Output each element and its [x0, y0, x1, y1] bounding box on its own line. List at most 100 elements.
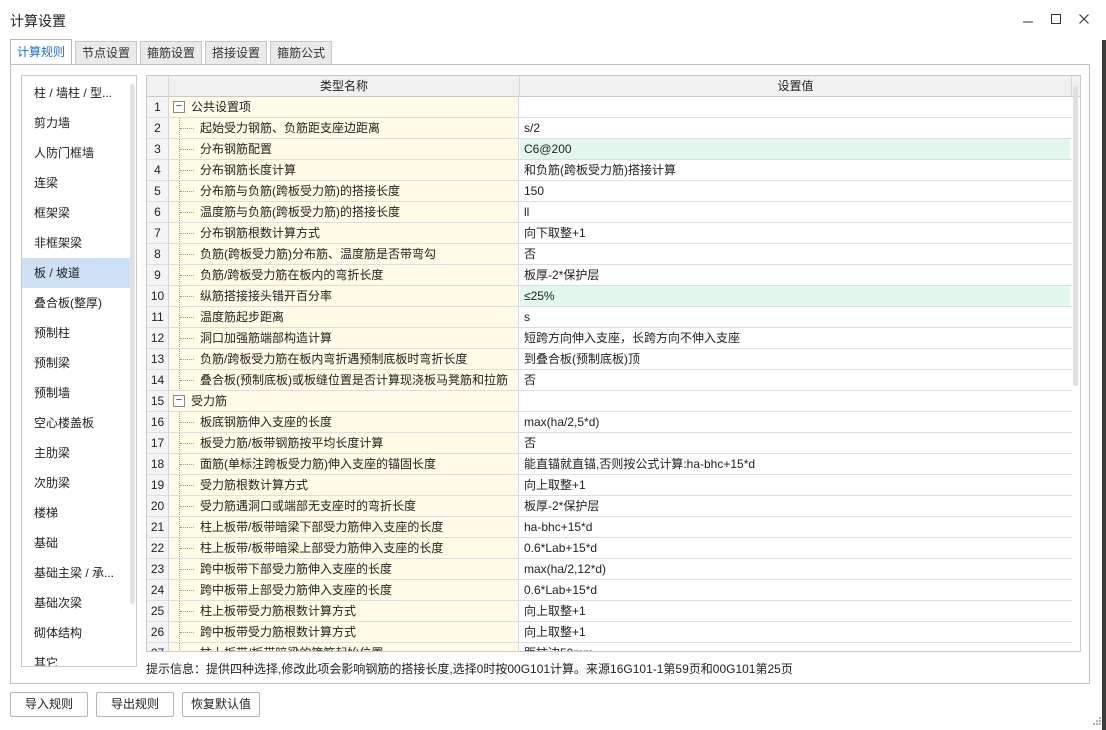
sidebar-item[interactable]: 基础 — [22, 528, 130, 558]
row-number: 13 — [147, 349, 169, 369]
sidebar-item[interactable]: 空心楼盖板 — [22, 408, 130, 438]
collapse-icon[interactable]: − — [173, 395, 185, 407]
sidebar-item[interactable]: 基础次梁 — [22, 588, 130, 618]
table-row[interactable]: 14 叠合板(预制底板)或板缝位置是否计算现浇板马凳筋和拉筋否 — [147, 370, 1072, 391]
setting-value-cell[interactable]: 否 — [520, 433, 1070, 453]
table-row[interactable]: 21 柱上板带/板带暗梁下部受力筋伸入支座的长度 ha-bhc+15*d — [147, 517, 1072, 538]
setting-name: 温度筋与负筋(跨板受力筋)的搭接长度 — [200, 205, 400, 219]
table-row[interactable]: 16 板底钢筋伸入支座的长度 max(ha/2,5*d) — [147, 412, 1072, 433]
setting-value-cell[interactable]: 向上取整+1 — [520, 622, 1070, 642]
sidebar-item[interactable]: 砌体结构 — [22, 618, 130, 648]
sidebar-item[interactable]: 预制墙 — [22, 378, 130, 408]
sidebar-item[interactable]: 叠合板(整厚) — [22, 288, 130, 318]
export-rules-button[interactable]: 导出规则 — [96, 692, 174, 717]
restore-defaults-button[interactable]: 恢复默认值 — [182, 692, 260, 717]
table-row[interactable]: 13 负筋/跨板受力筋在板内弯折遇预制底板时弯折长度 到叠合板(预制底板)顶 — [147, 349, 1072, 370]
setting-value-cell[interactable]: max(ha/2,5*d) — [520, 412, 1070, 432]
tree-guide-branch — [180, 317, 194, 318]
table-row[interactable]: 27 柱上板带/板带暗梁的箍筋起始位置 距柱边50mm — [147, 643, 1072, 651]
setting-value-cell[interactable]: 能直锚就直锚,否则按公式计算:ha-bhc+15*d — [520, 454, 1070, 474]
table-row[interactable]: 17 板受力筋/板带钢筋按平均长度计算 否 — [147, 433, 1072, 454]
sidebar-item[interactable]: 楼梯 — [22, 498, 130, 528]
table-row[interactable]: 5 分布筋与负筋(跨板受力筋)的搭接长度 150 — [147, 181, 1072, 202]
setting-value-cell[interactable]: 板厚-2*保护层 — [520, 496, 1070, 516]
type-name-cell: 板受力筋/板带钢筋按平均长度计算 — [169, 433, 519, 453]
setting-value-cell[interactable]: 否 — [520, 244, 1070, 264]
setting-value-cell[interactable]: 150 — [520, 181, 1070, 201]
tab-node-settings[interactable]: 节点设置 — [75, 41, 138, 65]
type-name-cell: 受力筋根数计算方式 — [169, 475, 519, 495]
table-row[interactable]: 6 温度筋与负筋(跨板受力筋)的搭接长度 ll — [147, 202, 1072, 223]
sidebar-scrollbar[interactable] — [130, 84, 135, 604]
table-row[interactable]: 2 起始受力钢筋、负筋距支座边距离 s/2 — [147, 118, 1072, 139]
setting-value-cell[interactable]: ha-bhc+15*d — [520, 517, 1070, 537]
setting-value-cell[interactable]: ≤25% — [520, 286, 1070, 306]
setting-value-cell[interactable]: s — [520, 307, 1070, 327]
table-row[interactable]: 9 负筋/跨板受力筋在板内的弯折长度 板厚-2*保护层 — [147, 265, 1072, 286]
setting-value-cell[interactable]: 短跨方向伸入支座，长跨方向不伸入支座 — [520, 328, 1070, 348]
tab-lap-settings[interactable]: 搭接设置 — [205, 41, 268, 65]
sidebar-item[interactable]: 框架梁 — [22, 198, 130, 228]
import-rules-button[interactable]: 导入规则 — [10, 692, 88, 717]
table-row[interactable]: 10 纵筋搭接接头错开百分率 ≤25% — [147, 286, 1072, 307]
maximize-button[interactable] — [1044, 8, 1068, 30]
table-row[interactable]: 18 面筋(单标注跨板受力筋)伸入支座的锚固长度 能直锚就直锚,否则按公式计算:ha… — [147, 454, 1072, 475]
table-row[interactable]: 7 分布钢筋根数计算方式 向下取整+1 — [147, 223, 1072, 244]
table-scrollbar[interactable] — [1073, 86, 1078, 386]
setting-name: 受力筋根数计算方式 — [200, 478, 309, 492]
setting-value-cell[interactable]: 0.6*Lab+15*d — [520, 538, 1070, 558]
table-row[interactable]: 24 跨中板带上部受力筋伸入支座的长度 0.6*Lab+15*d — [147, 580, 1072, 601]
setting-value-cell[interactable]: max(ha/2,12*d) — [520, 559, 1070, 579]
sidebar-item[interactable]: 人防门框墙 — [22, 138, 130, 168]
table-row[interactable]: 12 洞口加强筋端部构造计算 短跨方向伸入支座，长跨方向不伸入支座 — [147, 328, 1072, 349]
table-row[interactable]: 22 柱上板带/板带暗梁上部受力筋伸入支座的长度 0.6*Lab+15*d — [147, 538, 1072, 559]
sidebar-item[interactable]: 主肋梁 — [22, 438, 130, 468]
minimize-button[interactable] — [1016, 8, 1040, 30]
setting-value-cell — [520, 97, 1070, 117]
sidebar-item[interactable]: 预制梁 — [22, 348, 130, 378]
row-number: 9 — [147, 265, 169, 285]
setting-value-cell[interactable]: 向下取整+1 — [520, 223, 1070, 243]
table-row[interactable]: 3 分布钢筋配置 C6@200 — [147, 139, 1072, 160]
tab-stirrup-settings[interactable]: 箍筋设置 — [140, 41, 203, 65]
setting-value-cell[interactable]: 到叠合板(预制底板)顶 — [520, 349, 1070, 369]
table-row[interactable]: 11 温度筋起步距离 s — [147, 307, 1072, 328]
setting-value-cell[interactable]: 板厚-2*保护层 — [520, 265, 1070, 285]
table-row[interactable]: 8 负筋(跨板受力筋)分布筋、温度筋是否带弯勾 否 — [147, 244, 1072, 265]
sidebar-item[interactable]: 剪力墙 — [22, 108, 130, 138]
setting-value-cell[interactable]: 否 — [520, 370, 1070, 390]
sidebar-item[interactable]: 预制柱 — [22, 318, 130, 348]
setting-value-cell[interactable]: 0.6*Lab+15*d — [520, 580, 1070, 600]
tab-calc-rules[interactable]: 计算规则 — [10, 39, 73, 65]
sidebar-item[interactable]: 柱 / 墙柱 / 型... — [22, 78, 130, 108]
table-group-row[interactable]: 15− 受力筋 — [147, 391, 1072, 412]
sidebar-item[interactable]: 非框架梁 — [22, 228, 130, 258]
table-row[interactable]: 20 受力筋遇洞口或端部无支座时的弯折长度 板厚-2*保护层 — [147, 496, 1072, 517]
tab-stirrup-formula[interactable]: 箍筋公式 — [270, 41, 333, 65]
sidebar-item[interactable]: 次肋梁 — [22, 468, 130, 498]
table-row[interactable]: 25 柱上板带受力筋根数计算方式 向上取整+1 — [147, 601, 1072, 622]
setting-value-cell[interactable]: 距柱边50mm — [520, 643, 1070, 651]
type-name-cell: 分布筋与负筋(跨板受力筋)的搭接长度 — [169, 181, 519, 201]
setting-value-cell[interactable]: C6@200 — [520, 139, 1070, 159]
tree-guide-branch — [180, 590, 194, 591]
sidebar-item[interactable]: 其它 — [22, 648, 130, 666]
type-name-cell: 分布钢筋根数计算方式 — [169, 223, 519, 243]
setting-value-cell[interactable]: 向上取整+1 — [520, 601, 1070, 621]
table-row[interactable]: 23 跨中板带下部受力筋伸入支座的长度 max(ha/2,12*d) — [147, 559, 1072, 580]
table-row[interactable]: 26 跨中板带受力筋根数计算方式 向上取整+1 — [147, 622, 1072, 643]
table-group-row[interactable]: 1− 公共设置项 — [147, 97, 1072, 118]
sidebar-item[interactable]: 连梁 — [22, 168, 130, 198]
setting-value-cell[interactable]: ll — [520, 202, 1070, 222]
table-row[interactable]: 4 分布钢筋长度计算 和负筋(跨板受力筋)搭接计算 — [147, 160, 1072, 181]
setting-value-cell[interactable]: 和负筋(跨板受力筋)搭接计算 — [520, 160, 1070, 180]
sidebar-item[interactable]: 基础主梁 / 承... — [22, 558, 130, 588]
table-row[interactable]: 19 受力筋根数计算方式 向上取整+1 — [147, 475, 1072, 496]
setting-value-cell[interactable]: 向上取整+1 — [520, 475, 1070, 495]
resize-grip-icon[interactable] — [1090, 714, 1102, 726]
sidebar-item[interactable]: 板 / 坡道 — [22, 258, 130, 288]
setting-value-cell[interactable]: s/2 — [520, 118, 1070, 138]
tree-guide-branch — [180, 338, 194, 339]
collapse-icon[interactable]: − — [173, 101, 185, 113]
close-button[interactable] — [1072, 8, 1096, 30]
